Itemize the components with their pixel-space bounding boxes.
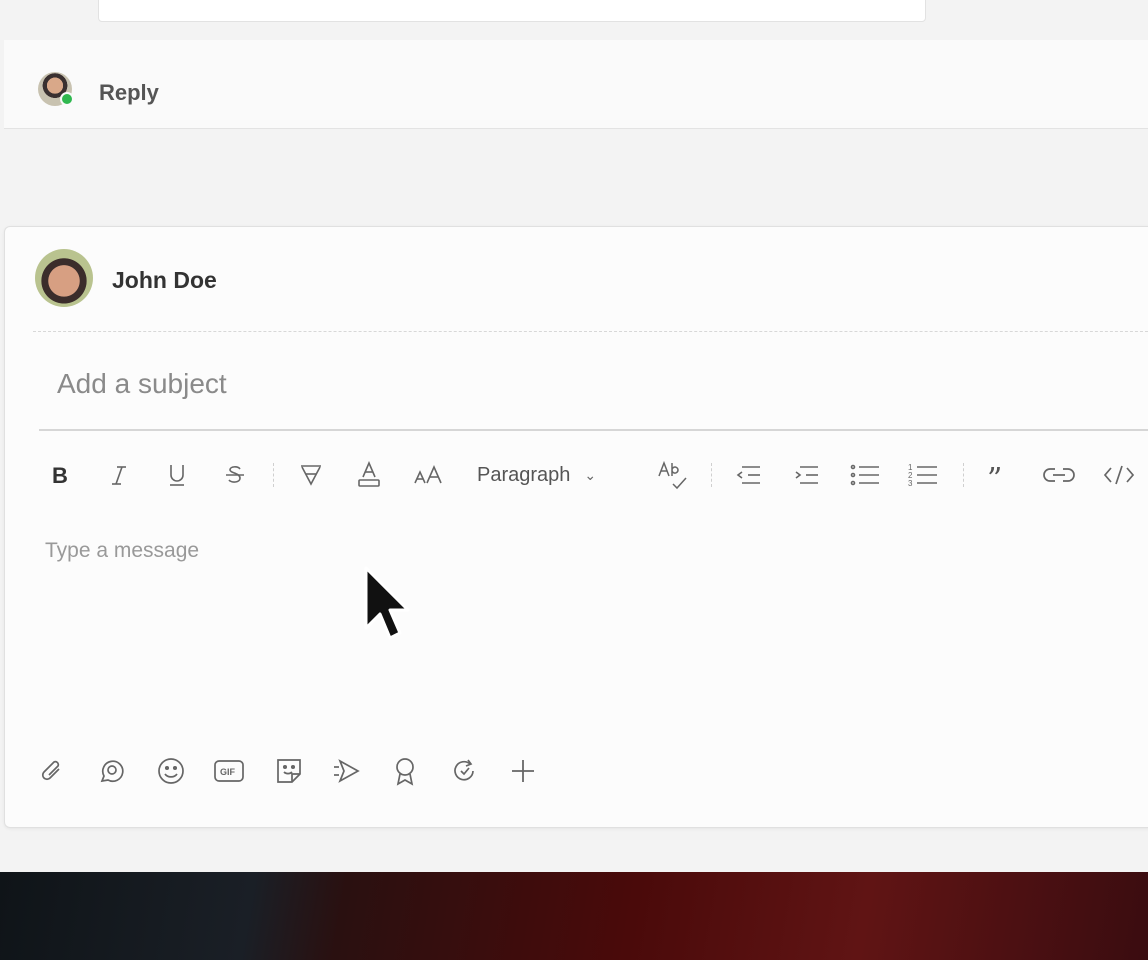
formatting-toolbar: B Paragraph ⌄ 1 2 3 ” [35, 449, 1148, 501]
send-later-icon[interactable] [327, 747, 367, 795]
highlight-icon[interactable] [293, 449, 329, 501]
increase-indent-icon[interactable] [787, 449, 827, 501]
praise-icon[interactable] [385, 747, 425, 795]
svg-text:B: B [52, 463, 68, 487]
toolbar-separator [963, 463, 964, 487]
composer-actions: GIF [33, 747, 573, 795]
paragraph-style-dropdown[interactable]: Paragraph ⌄ [477, 449, 596, 501]
composer-author: John Doe [5, 227, 1148, 333]
underline-icon[interactable] [159, 449, 195, 501]
svg-text:”: ” [987, 463, 1002, 487]
desktop-background [0, 872, 1148, 960]
previous-message-card [98, 0, 926, 22]
bulleted-list-icon[interactable] [845, 449, 885, 501]
divider [33, 331, 1148, 332]
message-input[interactable]: Type a message [45, 539, 1045, 563]
subject-field-container [39, 345, 1148, 431]
emoji-icon[interactable] [151, 747, 191, 795]
avatar [38, 72, 74, 106]
link-icon[interactable] [1039, 449, 1079, 501]
numbered-list-icon[interactable]: 123 [903, 449, 943, 501]
toolbar-separator [273, 463, 274, 487]
strikethrough-icon[interactable] [217, 449, 253, 501]
font-color-icon[interactable] [351, 449, 387, 501]
avatar [35, 249, 93, 307]
paragraph-style-label: Paragraph [477, 463, 571, 486]
presence-status-dot [60, 92, 74, 106]
gif-icon[interactable]: GIF [209, 747, 249, 795]
font-size-icon[interactable] [409, 449, 449, 501]
svg-text:3: 3 [908, 479, 913, 488]
author-name: John Doe [112, 267, 217, 293]
quote-icon[interactable]: ” [981, 449, 1021, 501]
reply-row[interactable]: Reply [4, 40, 1148, 129]
subject-input[interactable] [55, 363, 1059, 405]
message-composer: John Doe B Paragraph ⌄ [4, 226, 1148, 828]
decrease-indent-icon[interactable] [729, 449, 769, 501]
mouse-pointer-icon [362, 566, 412, 651]
loop-icon[interactable] [91, 747, 131, 795]
sticker-icon[interactable] [269, 747, 309, 795]
update-icon[interactable] [445, 747, 485, 795]
chevron-down-icon: ⌄ [584, 466, 597, 483]
bold-icon[interactable]: B [43, 449, 79, 501]
spellcheck-icon[interactable] [653, 449, 693, 501]
italic-icon[interactable] [101, 449, 137, 501]
add-icon[interactable] [503, 747, 543, 795]
code-icon[interactable] [1099, 449, 1139, 501]
attach-icon[interactable] [33, 747, 73, 795]
toolbar-separator [711, 463, 712, 487]
svg-text:GIF: GIF [220, 767, 236, 777]
reply-button[interactable]: Reply [99, 80, 159, 106]
